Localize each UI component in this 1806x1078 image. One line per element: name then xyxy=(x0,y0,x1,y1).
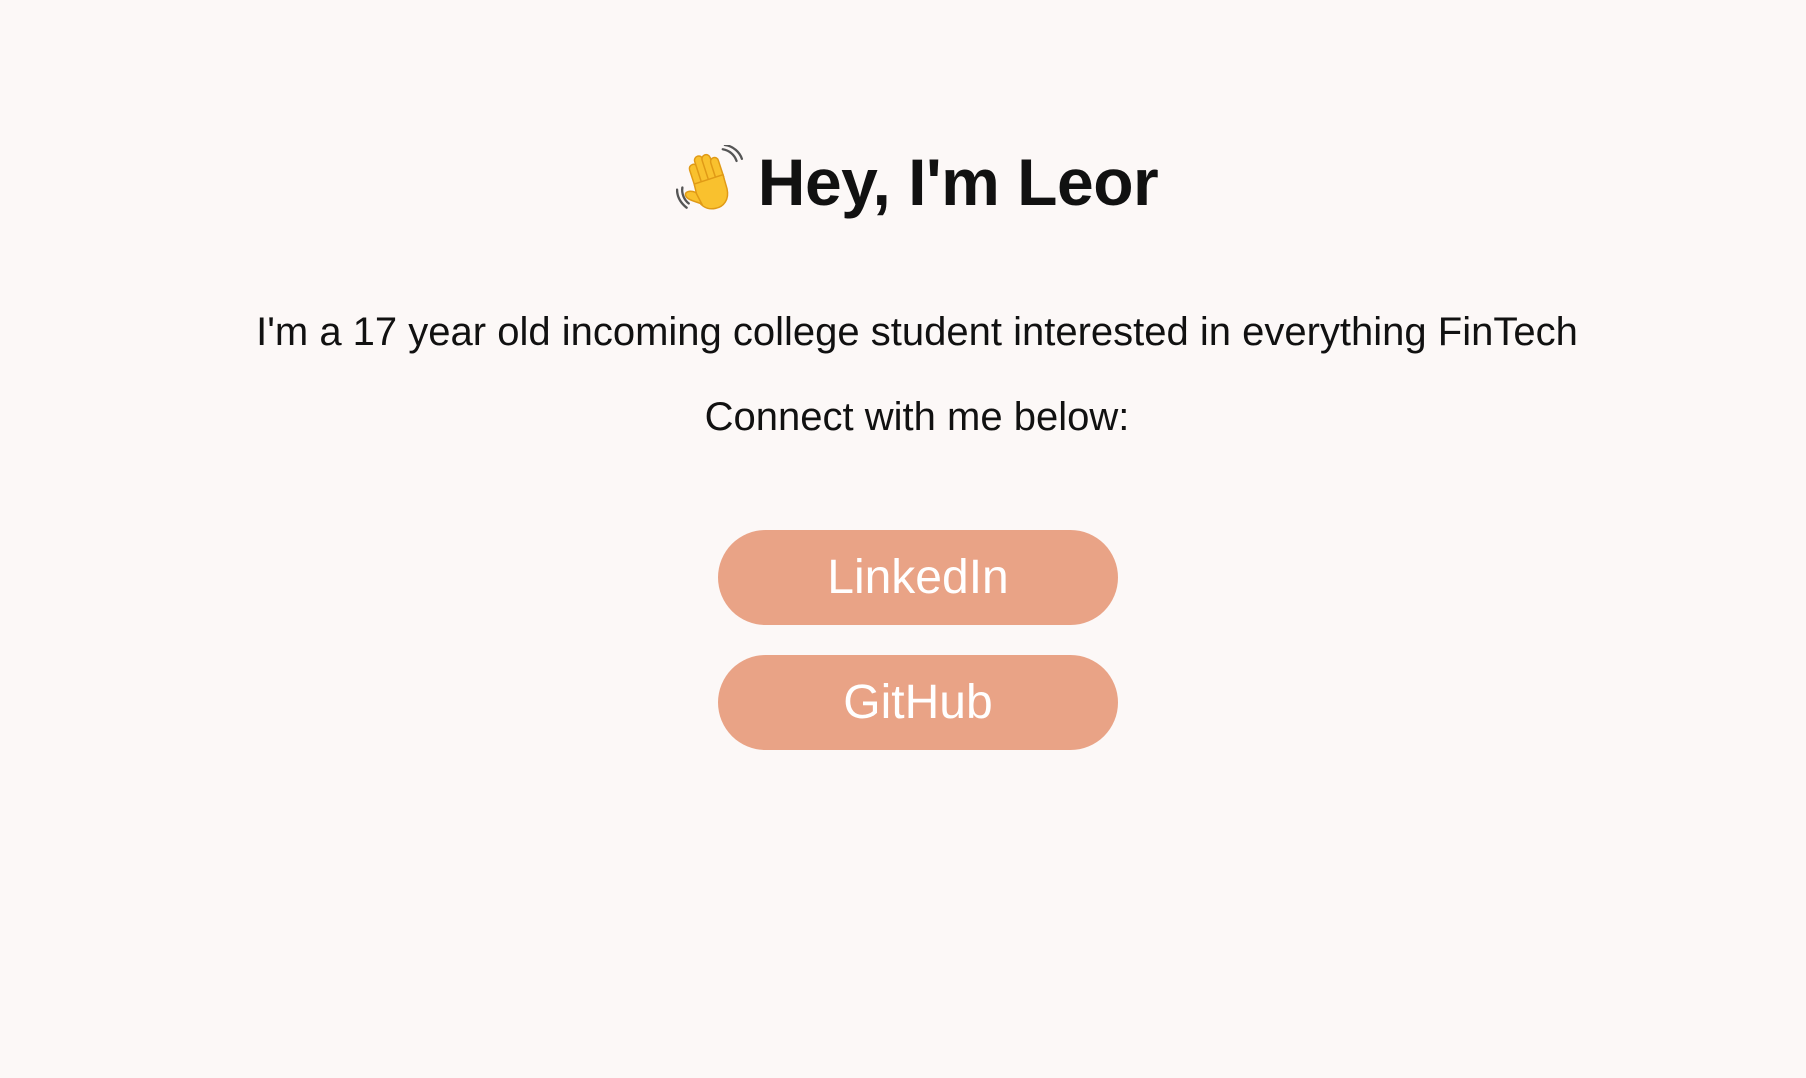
waving-hand-icon xyxy=(675,143,744,213)
connect-prompt: Connect with me below: xyxy=(704,395,1130,439)
github-button[interactable]: GitHub xyxy=(718,655,1118,750)
intro-tagline: I'm a 17 year old incoming college stude… xyxy=(256,310,1578,354)
page-title-text: Hey, I'm Leor xyxy=(757,145,1159,219)
linkedin-button[interactable]: LinkedIn xyxy=(718,530,1118,625)
page-title: Hey, I'm Leor xyxy=(0,140,1806,224)
